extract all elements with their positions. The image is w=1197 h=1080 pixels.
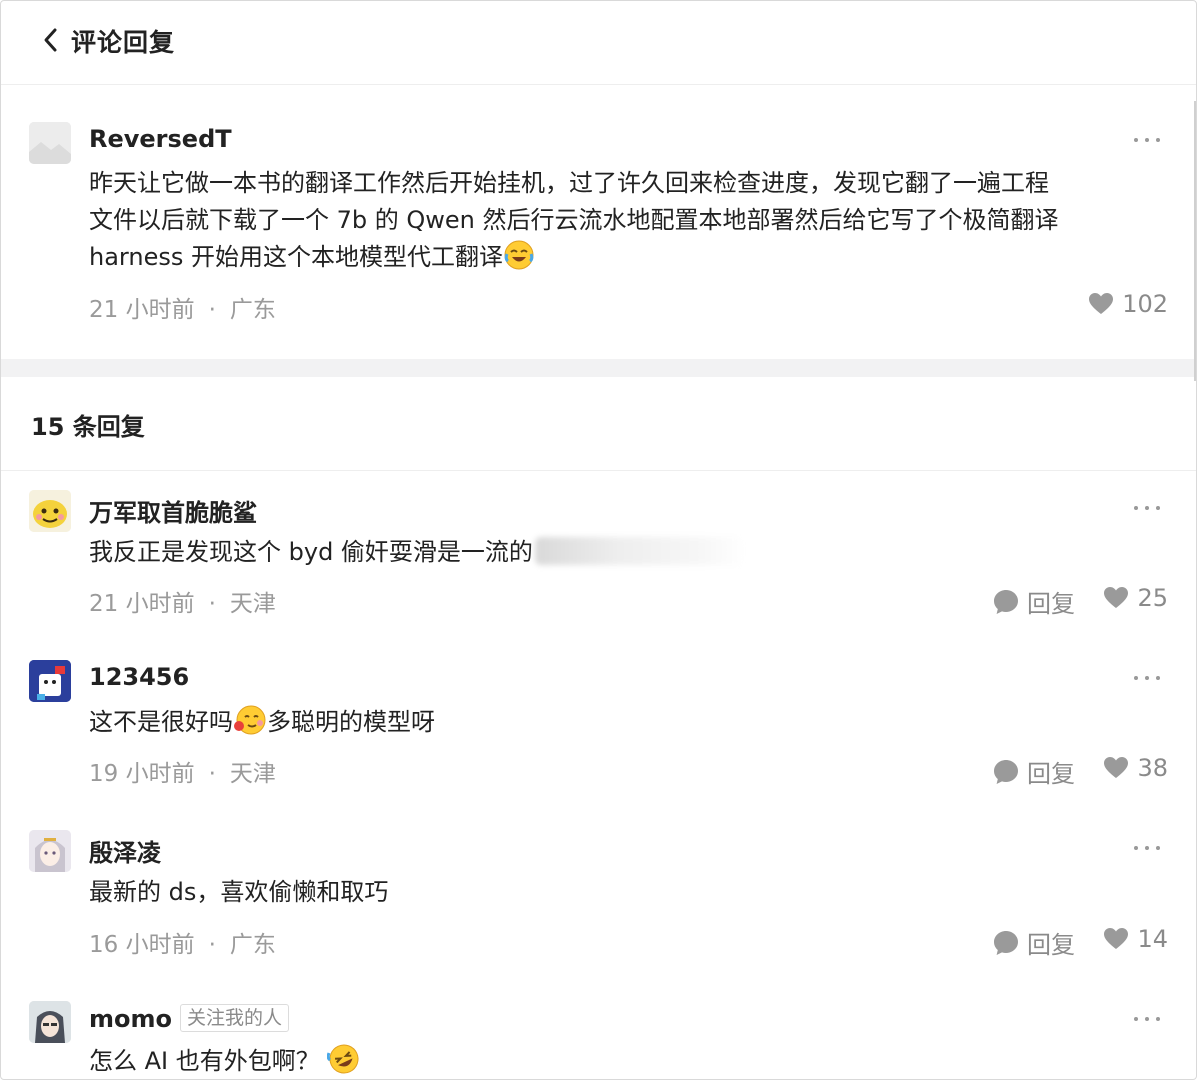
comment-text: 怎么 AI 也有外包啊？ bbox=[89, 1043, 361, 1079]
comment-text-content: 我反正是发现这个 byd 偷奸耍滑是一流的 bbox=[89, 538, 533, 566]
blurred-region bbox=[534, 537, 745, 565]
comment-meta: 19 小时前 · 天津 bbox=[89, 761, 276, 787]
username[interactable]: 万军取首脆脆鲨 bbox=[89, 493, 257, 528]
cartoon-avatar-icon bbox=[29, 490, 71, 532]
location: 天津 bbox=[229, 591, 276, 617]
avatar[interactable] bbox=[29, 660, 71, 702]
heart-icon bbox=[1089, 293, 1114, 314]
comment-line-text: harness 开始用这个本地模型代工翻译 bbox=[89, 243, 503, 271]
more-options-button[interactable] bbox=[1134, 133, 1160, 147]
comment-line-last: harness 开始用这个本地模型代工翻译 bbox=[89, 239, 1059, 282]
comment-text-content: 怎么 AI 也有外包啊？ bbox=[89, 1047, 320, 1075]
heart-icon bbox=[1104, 587, 1129, 608]
more-options-button[interactable] bbox=[1134, 1012, 1160, 1026]
like-button[interactable]: 38 bbox=[1103, 754, 1168, 782]
like-count: 38 bbox=[1137, 754, 1168, 782]
avatar[interactable] bbox=[29, 1001, 71, 1043]
like-count: 25 bbox=[1137, 584, 1168, 612]
timestamp: 19 小时前 bbox=[89, 761, 195, 787]
divider bbox=[1, 470, 1196, 471]
scrollbar[interactable] bbox=[1194, 101, 1196, 381]
anime-avatar-icon bbox=[29, 1001, 71, 1043]
comment-text: 这不是很好吗 多聪明的模型呀 bbox=[89, 704, 435, 747]
avatar-placeholder-icon bbox=[29, 122, 71, 164]
back-button[interactable] bbox=[37, 25, 63, 55]
chevron-left-icon bbox=[44, 28, 57, 52]
username[interactable]: ReversedT bbox=[89, 125, 232, 153]
crying-laughing-emoji-icon bbox=[503, 239, 535, 282]
avatar[interactable] bbox=[29, 122, 71, 164]
timestamp: 21 小时前 bbox=[89, 297, 195, 323]
root-comment: ReversedT 昨天让它做一本书的翻译工作然后开始挂机，过了许久回来检查进度… bbox=[1, 87, 1196, 359]
heart-icon bbox=[1104, 757, 1129, 778]
like-count: 14 bbox=[1137, 925, 1168, 953]
top-bar: 评论回复 bbox=[1, 1, 1196, 85]
reply-label: 回复 bbox=[1027, 931, 1075, 959]
comment-text-before: 这不是很好吗 bbox=[89, 708, 233, 736]
comment-meta: 21 小时前 · 广东 bbox=[89, 297, 276, 323]
reply-button[interactable]: 回复 bbox=[993, 925, 1075, 960]
comment-meta: 21 小时前 · 天津 bbox=[89, 591, 276, 617]
comment-text: 昨天让它做一本书的翻译工作然后开始挂机，过了许久回来检查进度，发现它翻了一遍工程… bbox=[89, 165, 1059, 282]
chat-bubble-icon bbox=[994, 589, 1018, 614]
flirty-face-emoji-icon bbox=[233, 704, 267, 747]
more-options-button[interactable] bbox=[1134, 841, 1160, 855]
cartoon-avatar-icon bbox=[29, 660, 71, 702]
like-button[interactable]: 25 bbox=[1103, 584, 1168, 612]
chat-bubble-icon bbox=[994, 759, 1018, 784]
timestamp: 16 小时前 bbox=[89, 932, 195, 958]
comment-text: 我反正是发现这个 byd 偷奸耍滑是一流的 bbox=[89, 534, 745, 571]
comment-text-after: 多聪明的模型呀 bbox=[267, 708, 435, 736]
timestamp: 21 小时前 bbox=[89, 591, 195, 617]
comment-line: 昨天让它做一本书的翻译工作然后开始挂机，过了许久回来检查进度，发现它翻了一遍工程 bbox=[89, 169, 1049, 197]
like-button[interactable]: 14 bbox=[1103, 925, 1168, 953]
comment-meta: 16 小时前 · 广东 bbox=[89, 932, 276, 958]
reply-button[interactable]: 回复 bbox=[993, 754, 1075, 789]
location: 天津 bbox=[229, 761, 276, 787]
anime-avatar-icon bbox=[29, 830, 71, 872]
username-with-tag: momo 关注我的人 bbox=[89, 1004, 290, 1033]
reply-label: 回复 bbox=[1027, 760, 1075, 788]
username[interactable]: 殷泽凌 bbox=[89, 833, 161, 868]
heart-icon bbox=[1104, 928, 1129, 949]
more-options-button[interactable] bbox=[1134, 501, 1160, 515]
section-divider bbox=[1, 359, 1196, 377]
follower-tag: 关注我的人 bbox=[180, 1004, 290, 1032]
more-options-button[interactable] bbox=[1134, 671, 1160, 685]
reply-button[interactable]: 回复 bbox=[993, 584, 1075, 619]
avatar[interactable] bbox=[29, 490, 71, 532]
like-count: 102 bbox=[1122, 290, 1168, 318]
replies-count-title: 15 条回复 bbox=[31, 413, 145, 441]
rofl-emoji-icon bbox=[327, 1043, 361, 1079]
username[interactable]: momo bbox=[89, 1005, 172, 1033]
reply-label: 回复 bbox=[1027, 590, 1075, 618]
like-button[interactable]: 102 bbox=[1088, 290, 1168, 318]
page-title: 评论回复 bbox=[71, 28, 176, 57]
chat-bubble-icon bbox=[994, 930, 1018, 955]
comment-text: 最新的 ds，喜欢偷懒和取巧 bbox=[89, 878, 389, 906]
comment-reply-page: 评论回复 ReversedT 昨天让它做一本书的翻译工作然后开始挂机，过了许久回… bbox=[0, 0, 1197, 1080]
username[interactable]: 123456 bbox=[89, 663, 189, 691]
location: 广东 bbox=[229, 297, 276, 323]
location: 广东 bbox=[229, 932, 276, 958]
comment-line: 文件以后就下载了一个 7b 的 Qwen 然后行云流水地配置本地部署然后给它写了… bbox=[89, 206, 1059, 234]
avatar[interactable] bbox=[29, 830, 71, 872]
